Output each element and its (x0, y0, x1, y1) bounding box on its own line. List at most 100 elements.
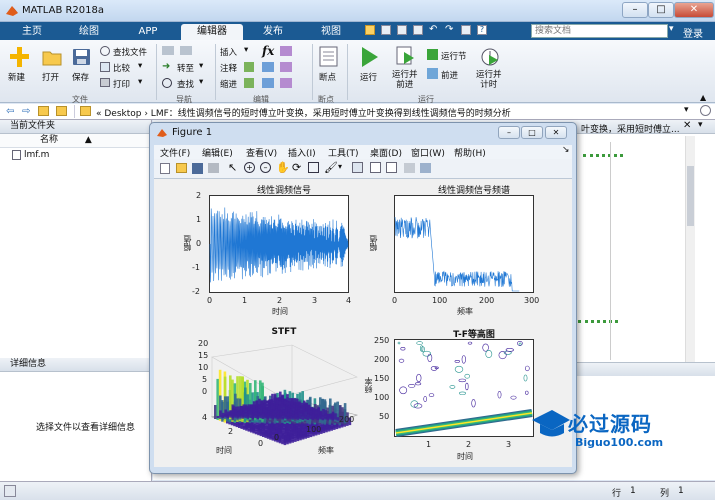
search-dropdown-icon[interactable]: ▾ (669, 24, 674, 34)
path-search-icon[interactable] (700, 105, 711, 116)
plot4-axes[interactable] (394, 339, 534, 437)
indent-button[interactable]: 缩进 (220, 77, 256, 90)
menu-file[interactable]: 文件(F) (160, 146, 190, 159)
quick-save-icon[interactable] (365, 25, 375, 35)
run-and-time-button[interactable]: 运行并 计时 (474, 46, 506, 92)
close-button[interactable]: ✕ (674, 2, 714, 18)
run-section-button[interactable]: 运行节 (427, 48, 471, 62)
menu-edit[interactable]: 编辑(E) (202, 146, 233, 159)
scrollbar-thumb[interactable] (687, 166, 694, 226)
help-icon[interactable]: ? (477, 25, 487, 35)
quick-switch-icon[interactable] (461, 25, 471, 35)
quick-paste-icon[interactable] (413, 25, 423, 35)
figure-window[interactable]: Figure 1 – □ ✕ 文件(F) 编辑(E) 查看(V) 插入(I) 工… (149, 122, 577, 474)
fx-button[interactable]: fx (262, 44, 274, 58)
insert-button[interactable]: 插入 ▾ (220, 45, 256, 58)
print-button[interactable]: 打印 ▾ (100, 77, 152, 90)
run-and-advance-button[interactable]: 运行并 前进 (390, 46, 422, 92)
edit-tool-icon[interactable] (280, 78, 292, 88)
compare-dropdown-icon: ▾ (138, 61, 143, 71)
legend-icon[interactable] (386, 162, 397, 173)
figure-maximize-button[interactable]: □ (521, 126, 543, 139)
collapse-toolstrip-icon[interactable]: ▲ (700, 93, 706, 102)
data-cursor-icon[interactable] (308, 162, 319, 173)
rotate-icon[interactable]: ⟳ (292, 161, 301, 174)
current-path[interactable]: « Desktop › LMF：线性调频信号的短时傅立叶变换，采用短时傅立叶变换… (96, 106, 511, 119)
menu-view[interactable]: 查看(V) (246, 146, 277, 159)
login-button[interactable]: 登录 (683, 25, 703, 40)
edit-tool-icon[interactable] (280, 62, 292, 72)
tab-home[interactable]: 主页 (6, 24, 58, 40)
brush-icon[interactable]: 🖌 (324, 161, 338, 174)
run-button[interactable]: 运行 (356, 46, 384, 86)
maximize-button[interactable]: □ (648, 2, 674, 18)
plot2-ylabel: 幅值 (369, 235, 378, 251)
figure-canvas[interactable]: 线性调频信号 2 1 0 -1 -2 0 1 2 3 4 时间 幅值 线性调频信… (154, 179, 572, 467)
zoom-in-icon[interactable]: + (244, 162, 255, 173)
minimize-button[interactable]: – (622, 2, 648, 18)
menubar-dock-icon[interactable]: ↘ (562, 145, 570, 155)
open-file-icon[interactable] (176, 163, 187, 173)
column-header-name[interactable]: 名称 ▲ (0, 134, 151, 148)
browse-folder-icon[interactable] (56, 106, 67, 116)
print-figure-icon[interactable] (208, 163, 219, 173)
edit-tool-icon[interactable] (262, 78, 274, 88)
menu-help[interactable]: 帮助(H) (454, 146, 486, 159)
editor-close-icon[interactable]: ✕ (683, 120, 691, 131)
menu-window[interactable]: 窗口(W) (411, 146, 445, 159)
tab-plots[interactable]: 绘图 (62, 24, 116, 40)
edit-tool-icon[interactable] (280, 46, 292, 56)
plot1-ytick: 0 (196, 239, 202, 248)
editor-menu-icon[interactable]: ▾ (698, 120, 703, 130)
save-button[interactable]: 保存 (70, 46, 94, 86)
hide-plot-tools-icon[interactable] (404, 163, 415, 173)
open-button[interactable]: 打开 (40, 46, 64, 86)
quick-cut-icon[interactable] (381, 25, 391, 35)
editor-tab-title[interactable]: 叶变换，采用短时傅立... (581, 122, 680, 135)
quick-copy-icon[interactable] (397, 25, 407, 35)
nav-arrow-right-icon (180, 46, 192, 55)
compare-button[interactable]: 比较 ▾ (100, 61, 152, 74)
up-folder-icon[interactable] (38, 106, 49, 116)
new-figure-icon[interactable] (160, 163, 170, 174)
colorbar-icon[interactable] (370, 162, 381, 173)
sort-up-icon: ▲ (84, 135, 92, 145)
pan-icon[interactable]: ✋ (276, 161, 290, 174)
plot1-axes[interactable] (209, 195, 349, 293)
figure-minimize-button[interactable]: – (498, 126, 520, 139)
save-figure-icon[interactable] (192, 163, 203, 174)
breakpoint-button[interactable]: 断点 (317, 46, 341, 86)
brush-dropdown-icon[interactable]: ▾ (338, 162, 342, 171)
tab-editor[interactable]: 编辑器 (181, 24, 243, 40)
editor-scrollbar[interactable] (685, 136, 695, 362)
zoom-out-icon[interactable]: – (260, 162, 271, 173)
back-arrow-icon[interactable]: ⇦ (6, 106, 14, 117)
tab-view[interactable]: 视图 (304, 24, 358, 40)
menu-tools[interactable]: 工具(T) (328, 146, 359, 159)
show-plot-tools-icon[interactable] (420, 163, 431, 173)
nav-back-forward[interactable] (162, 45, 212, 57)
link-icon[interactable] (352, 162, 363, 173)
path-dropdown-icon[interactable]: ▾ (684, 105, 689, 115)
cursor-icon[interactable]: ↖ (228, 161, 237, 174)
search-documentation-input[interactable] (531, 24, 668, 38)
figure-close-button[interactable]: ✕ (545, 126, 567, 139)
menu-desktop[interactable]: 桌面(D) (370, 146, 402, 159)
file-row[interactable]: lmf.m (0, 148, 151, 162)
menu-insert[interactable]: 插入(I) (288, 146, 316, 159)
forward-arrow-icon[interactable]: ⇨ (22, 106, 30, 117)
redo-icon[interactable]: ↷ (445, 25, 453, 35)
tab-apps[interactable]: APP (120, 24, 176, 40)
plot1-ytick: 2 (196, 191, 202, 200)
tab-publish[interactable]: 发布 (246, 24, 300, 40)
find-files-button[interactable]: 查找文件 (100, 45, 152, 58)
find-button[interactable]: 查找 ▾ (162, 77, 212, 90)
undo-icon[interactable]: ↶ (429, 25, 437, 35)
plot3-ytick: 2 (228, 427, 234, 436)
comment-button[interactable]: 注释 (220, 61, 256, 74)
advance-button[interactable]: 前进 (427, 67, 471, 81)
edit-tool-icon[interactable] (262, 62, 274, 72)
goto-button[interactable]: ➜ 转至 ▾ (162, 61, 212, 74)
new-button[interactable]: 新建 (8, 46, 30, 86)
plot2-axes[interactable] (394, 195, 534, 293)
